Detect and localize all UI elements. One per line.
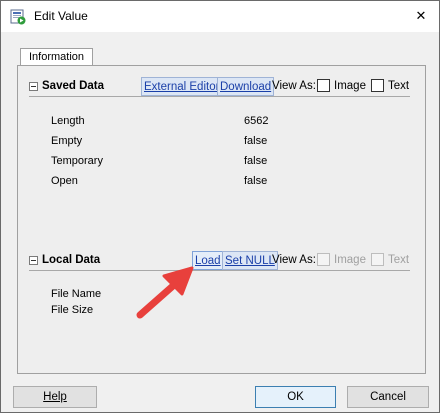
property-value-temporary: false: [244, 155, 268, 167]
saved-image-checkbox[interactable]: [317, 79, 330, 92]
property-label-file-size: File Size: [51, 304, 94, 316]
property-value-length: 6562: [244, 115, 269, 127]
local-image-label: Image: [334, 254, 366, 266]
property-value-open: false: [244, 175, 268, 187]
close-button[interactable]: ✕: [409, 5, 433, 27]
local-text-label: Text: [388, 254, 410, 266]
saved-data-header: Saved Data External Editor Download View…: [29, 77, 410, 97]
saved-data-collapse-toggle[interactable]: [29, 82, 38, 91]
local-view-as-label: View As:: [272, 254, 316, 266]
local-image-checkbox[interactable]: [317, 253, 330, 266]
cancel-button-label: Cancel: [370, 391, 406, 403]
property-label-empty: Empty: [51, 135, 83, 147]
saved-data-title: Saved Data: [42, 80, 105, 92]
tab-information[interactable]: Information: [20, 48, 93, 66]
local-text-checkbox[interactable]: [371, 253, 384, 266]
cancel-button[interactable]: Cancel: [347, 386, 429, 408]
saved-data-separator: [29, 96, 410, 97]
help-button-label: Help: [43, 391, 67, 403]
app-icon: [10, 9, 26, 25]
saved-text-label: Text: [388, 80, 410, 92]
ok-button[interactable]: OK: [255, 386, 336, 408]
saved-image-label: Image: [334, 80, 366, 92]
saved-view-as-label: View As:: [272, 80, 316, 92]
ok-button-label: OK: [287, 391, 304, 403]
title-bar[interactable]: Edit Value ✕: [1, 1, 439, 32]
property-label-open: Open: [51, 175, 78, 187]
information-panel: [17, 65, 426, 374]
help-button[interactable]: Help: [13, 386, 97, 408]
edit-value-dialog: Edit Value ✕ Information Saved Data Exte…: [0, 0, 440, 413]
red-arrow-annotation: [136, 266, 194, 319]
close-icon: ✕: [415, 8, 427, 23]
property-label-length: Length: [51, 115, 85, 127]
property-label-file-name: File Name: [51, 288, 102, 300]
local-data-collapse-toggle[interactable]: [29, 256, 38, 265]
saved-text-checkbox[interactable]: [371, 79, 384, 92]
property-value-empty: false: [244, 135, 268, 147]
window-title: Edit Value: [34, 9, 88, 23]
set-null-button[interactable]: Set NULL: [222, 251, 278, 270]
property-label-temporary: Temporary: [51, 155, 103, 167]
local-data-separator: [29, 270, 410, 271]
local-data-title: Local Data: [42, 254, 101, 266]
download-button[interactable]: Download: [217, 77, 275, 96]
local-data-header: Local Data Load Set NULL View As: Image …: [29, 251, 410, 271]
external-editor-button[interactable]: External Editor: [141, 77, 223, 96]
